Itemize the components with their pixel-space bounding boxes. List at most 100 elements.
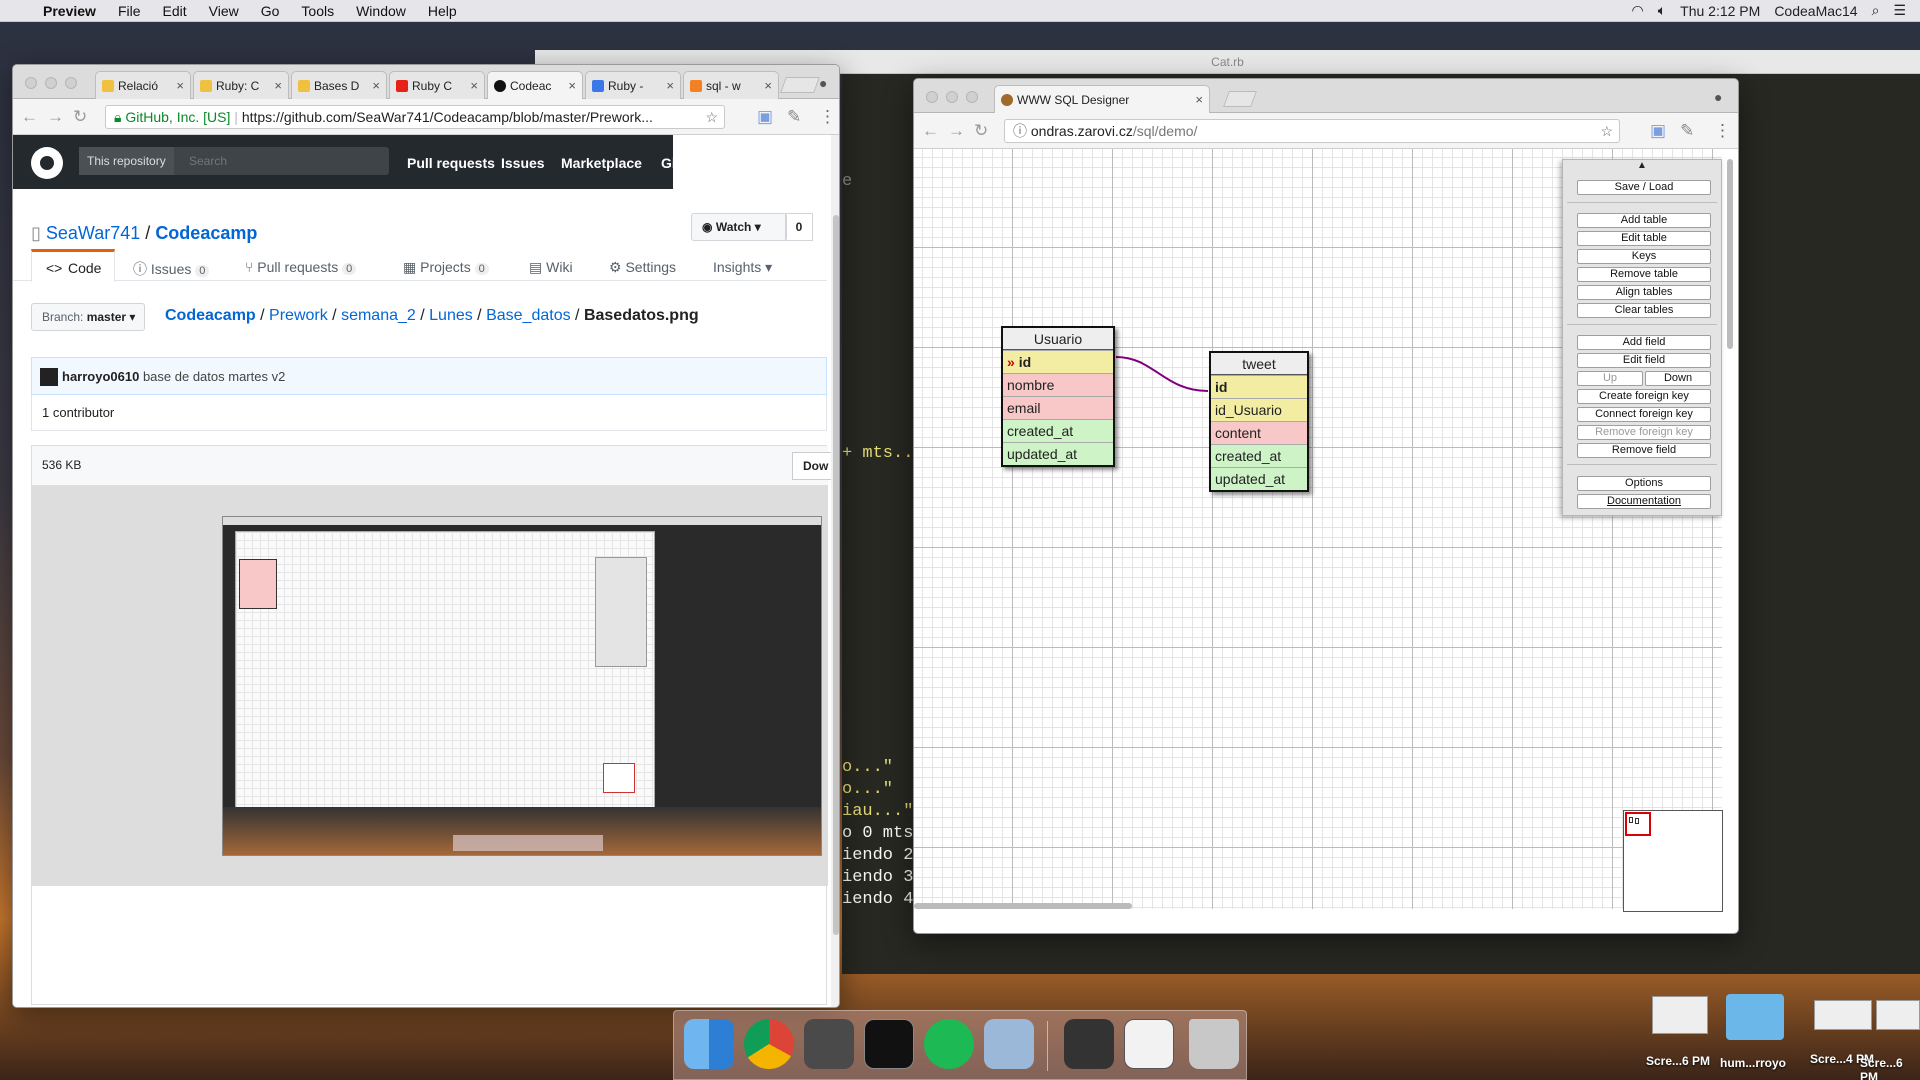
tab-projects[interactable]: ▦ Projects 0 [403,259,489,276]
menu-tools[interactable]: Tools [290,3,345,19]
breadcrumb-repo[interactable]: Codeacamp [165,307,256,324]
tab-wiki[interactable]: ▤ Wiki [529,259,573,276]
tab-code[interactable]: <> Code [31,249,115,282]
table-tweet[interactable]: tweet id id_Usuario content created_at u… [1209,351,1309,492]
nav-marketplace[interactable]: Marketplace [561,155,642,171]
minimized-window-icon[interactable] [1064,1019,1114,1069]
close-icon[interactable]: × [372,78,380,93]
minimap[interactable] [1623,810,1723,912]
options-button[interactable]: Options [1577,476,1711,491]
field-row[interactable]: id_Usuario [1211,398,1307,421]
profile-icon[interactable]: ● [1714,89,1722,105]
translate-icon[interactable]: ▣ [757,107,773,127]
down-button[interactable]: Down [1645,371,1711,386]
back-icon[interactable]: ← [21,107,38,127]
user-name[interactable]: CodeaMac14 [1774,3,1857,19]
spotify-icon[interactable] [924,1019,974,1069]
volume-icon[interactable]: 🔈︎ [1658,2,1666,19]
close-button[interactable] [926,91,938,103]
tab-relacion[interactable]: Relació × [95,71,191,99]
minimize-button[interactable] [45,77,57,89]
zoom-button[interactable] [65,77,77,89]
breadcrumb-base-datos[interactable]: Base_datos [486,307,571,324]
menu-dots-icon[interactable]: ⋮ [1714,121,1731,141]
bookmark-star-icon[interactable]: ☆ [705,106,718,128]
field-row[interactable]: email [1003,396,1113,419]
tab-insights[interactable]: Insights ▾ [713,259,772,276]
translate-icon[interactable]: ▣ [1650,121,1666,141]
desktop-folder-label[interactable]: hum...rroyo [1720,1056,1786,1070]
download-button[interactable]: Dow [792,452,832,480]
sublime-text-icon[interactable] [804,1019,854,1069]
nav-pull-requests[interactable]: Pull requests [407,155,495,171]
profile-icon[interactable]: ● [819,75,827,91]
breadcrumb-lunes[interactable]: Lunes [429,307,473,324]
new-tab-button[interactable] [1223,91,1257,107]
list-icon[interactable]: ☰ [1893,2,1906,19]
field-row[interactable]: created_at [1211,444,1307,467]
eyedropper-icon[interactable]: ✎ [787,107,801,127]
documentation-button[interactable]: Documentation [1577,494,1711,509]
close-icon[interactable]: × [176,78,184,93]
menu-go[interactable]: Go [250,3,291,19]
new-tab-button[interactable] [780,77,820,93]
tab-pull-requests[interactable]: ⑂ Pull requests 0 [245,259,357,275]
screenshot-thumbnail-icon[interactable] [1876,1000,1920,1030]
menu-file[interactable]: File [107,3,152,19]
commit-user[interactable]: harroyo0610 [62,369,139,384]
table-title[interactable]: tweet [1211,353,1307,375]
table-usuario[interactable]: Usuario » id nombre email created_at upd… [1001,326,1115,467]
close-icon[interactable]: × [1195,92,1203,107]
save-load-button[interactable]: Save / Load [1577,180,1711,195]
edit-table-button[interactable]: Edit table [1577,231,1711,246]
add-field-button[interactable]: Add field [1577,335,1711,350]
address-bar[interactable]: ⓘ ondras.zarovi.cz/sql/demo/ ☆ [1004,119,1620,143]
reload-icon[interactable]: ↻ [974,121,988,141]
zoom-button[interactable] [966,91,978,103]
screenshot-thumbnail-icon[interactable] [1652,996,1708,1034]
watch-count[interactable]: 0 [785,213,813,241]
nav-issues[interactable]: Issues [501,155,545,171]
relation-line[interactable] [1115,356,1209,392]
search-input[interactable] [189,151,379,171]
minimap-viewport[interactable] [1625,812,1651,836]
menu-view[interactable]: View [198,3,250,19]
field-row[interactable]: » id [1003,350,1113,373]
menu-app-name[interactable]: Preview [32,3,107,19]
address-bar[interactable]: 🔒︎ GitHub, Inc. [US] | https://github.co… [105,105,725,129]
nav-gist[interactable]: Gist [661,155,688,171]
vertical-scrollbar[interactable] [831,135,839,1007]
breadcrumb-prework[interactable]: Prework [269,307,328,324]
menu-help[interactable]: Help [417,3,468,19]
keys-button[interactable]: Keys [1577,249,1711,264]
terminal-icon[interactable] [864,1019,914,1069]
desktop-file-label[interactable]: Scre...6 PM [1646,1054,1710,1068]
repo-owner-link[interactable]: SeaWar741 [46,223,140,243]
remove-foreign-key-button[interactable]: Remove foreign key [1577,425,1711,440]
tab-sql-designer[interactable]: WWW SQL Designer × [994,85,1210,113]
collapse-arrow-icon[interactable]: ▲ [1637,160,1647,171]
preview-icon[interactable] [984,1019,1034,1069]
minimized-window-icon[interactable] [1124,1019,1174,1069]
remove-field-button[interactable]: Remove field [1577,443,1711,458]
branch-selector[interactable]: Branch: master ▾ [31,303,145,331]
repo-name-link[interactable]: Codeacamp [155,223,257,243]
preview-image[interactable] [222,516,822,856]
tab-ruby-c[interactable]: Ruby: C × [193,71,289,99]
search-icon[interactable]: ⌕ [1872,2,1880,19]
connect-foreign-key-button[interactable]: Connect foreign key [1577,407,1711,422]
menu-dots-icon[interactable]: ⋮ [819,107,836,127]
field-row[interactable]: created_at [1003,419,1113,442]
up-button[interactable]: Up [1577,371,1643,386]
watch-button[interactable]: ◉ Watch ▾ [691,213,787,241]
field-row[interactable]: content [1211,421,1307,444]
clock[interactable]: Thu 2:12 PM [1680,3,1760,19]
close-icon[interactable]: × [470,78,478,93]
tab-settings[interactable]: ⚙ Settings [609,259,676,276]
reload-icon[interactable]: ↻ [73,107,87,127]
close-icon[interactable]: × [764,78,772,93]
add-table-button[interactable]: Add table [1577,213,1711,228]
forward-icon[interactable]: → [948,121,965,141]
trash-icon[interactable] [1189,1019,1239,1069]
horizontal-scrollbar[interactable] [914,903,1132,909]
